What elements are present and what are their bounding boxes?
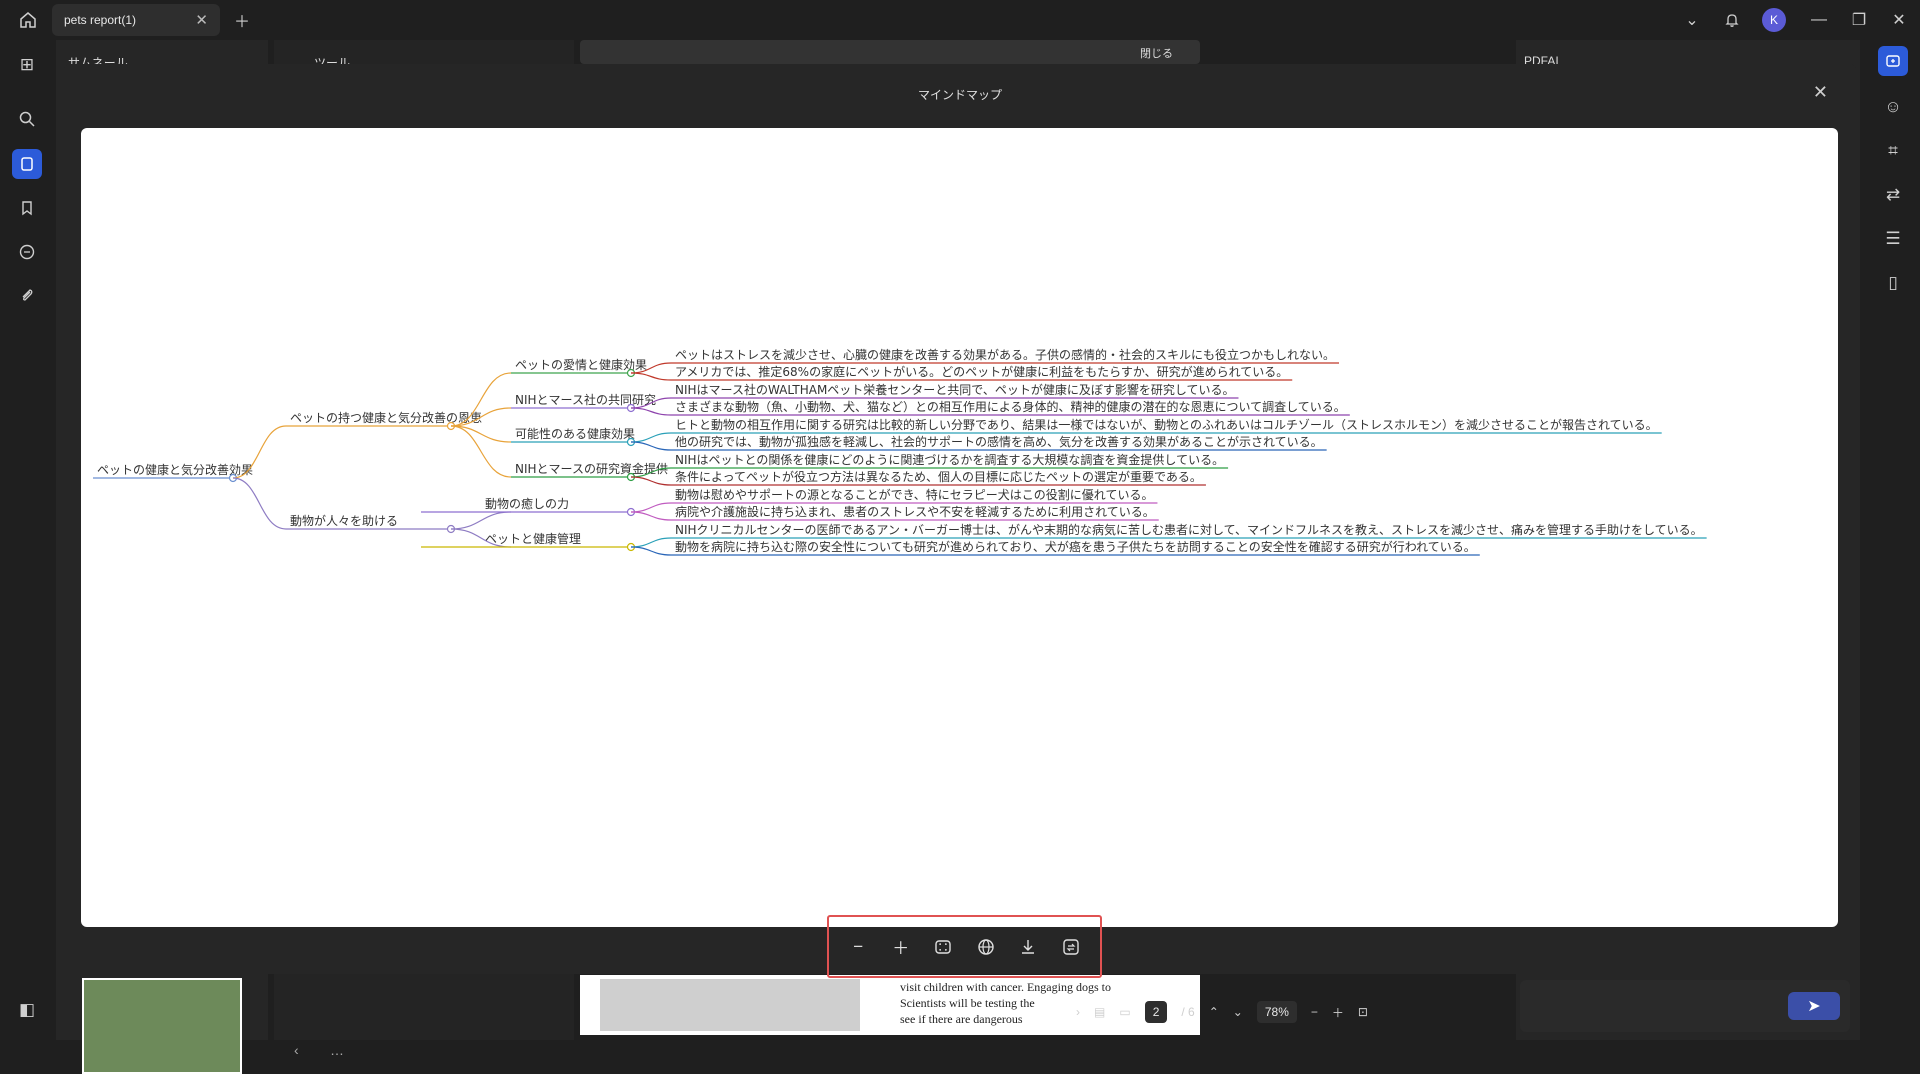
mindmap-child-node[interactable]: 可能性のある健康効果	[515, 426, 635, 441]
download-icon[interactable]	[1014, 933, 1042, 961]
mindmap-leaf-node[interactable]: NIHクリニカルセンターの医師であるアン・バーガー博士は、がんや末期的な病気に苦…	[675, 522, 1703, 537]
summary-icon[interactable]: ☰	[1878, 224, 1908, 254]
leaf-connector	[630, 537, 672, 548]
mindmap-child-node[interactable]: 動物の癒しの力	[485, 496, 569, 511]
mindmap-child-node[interactable]: NIHとマース社の共同研究	[515, 392, 656, 407]
more-icon[interactable]: …	[330, 1042, 344, 1058]
left-rail: ⊞ ◧	[0, 40, 52, 1040]
leaf-connector	[630, 546, 672, 556]
mindmap-leaf-node[interactable]: ヒトと動物の相互作用に関する研究は比較的新しい分野であり、結果は一様ではないが、…	[675, 417, 1658, 432]
fit-page-icon[interactable]: ⊡	[1358, 1005, 1368, 1019]
leaf-connector	[630, 372, 672, 381]
zoom-level[interactable]: 78%	[1256, 1001, 1297, 1023]
close-window-icon[interactable]: ✕	[1887, 8, 1911, 32]
bell-icon[interactable]	[1720, 8, 1744, 32]
avatar[interactable]: K	[1762, 8, 1786, 32]
title-bar: pets report(1) ✕ ＋ ⌄ K — ❐ ✕	[0, 0, 1920, 40]
page-thumbnail[interactable]	[82, 978, 242, 1074]
mindmap-branch-node[interactable]: 動物が人々を助ける	[290, 513, 398, 528]
mindmap-leaf-node[interactable]: 病院や介護施設に持ち込まれ、患者のストレスや不安を軽減するために利用されている。	[675, 504, 1155, 519]
ai-chat-icon[interactable]	[1878, 46, 1908, 76]
thumbnail-icon[interactable]	[12, 149, 42, 179]
leaf-connector	[630, 407, 672, 416]
mindmap-leaf-node[interactable]: 動物を病院に持ち込む際の安全性についても研究が進められており、犬が癌を患う子供た…	[675, 539, 1476, 554]
mindmap-leaf-node[interactable]: NIHはマース社のWALTHAMペット栄養センターと共同で、ペットが健康に及ぼす…	[675, 382, 1234, 397]
minimize-icon[interactable]: —	[1807, 8, 1831, 32]
mindmap-leaf-node[interactable]: NIHはペットとの関係を健康にどのように関連づけるかを調査する大規模な調査を資金…	[675, 452, 1224, 467]
ai-assistant-icon[interactable]: ☺	[1878, 92, 1908, 122]
document-tab[interactable]: pets report(1) ✕	[52, 4, 220, 36]
mindmap-leaf-node[interactable]: さまざまな動物（魚、小動物、犬、猫など）との相互作用による身体的、精神的健康の潜…	[675, 399, 1346, 414]
presentation-icon[interactable]: ▭	[1119, 1005, 1130, 1019]
bookmark-icon[interactable]	[12, 193, 42, 223]
mindmap-child-node[interactable]: NIHとマースの研究資金提供	[515, 461, 668, 476]
comment-icon[interactable]	[12, 237, 42, 267]
doc-line: visit children with cancer. Engaging dog…	[900, 980, 1111, 994]
page-number-input[interactable]: 2	[1144, 1001, 1168, 1023]
mindmap-canvas[interactable]: ペットの健康と気分改善効果 ペットの持つ健康と気分改善の恩恵 ペットの愛情と健康効果…	[81, 128, 1838, 927]
mindmap-leaf-node[interactable]: 動物は慰めやサポートの源となることができ、特にセラピー犬はこの役割に優れている。	[675, 487, 1153, 502]
mindmap-svg: ペットの健康と気分改善効果ペットの持つ健康と気分改善の恩恵ペットの愛情と健康効果…	[93, 347, 1707, 556]
ai-input[interactable]: ➤	[1520, 980, 1850, 1032]
branch-connector	[232, 477, 287, 530]
translate-icon[interactable]: ⇄	[1878, 180, 1908, 210]
zoom-in-icon[interactable]: ＋	[1332, 1004, 1344, 1021]
mindmap-leaf-node[interactable]: アメリカでは、推定68%の家庭にペットがいる。どのペットが健康に利益をもたらすか…	[675, 364, 1288, 379]
prev-page-icon[interactable]: ‹	[294, 1042, 299, 1058]
attachment-icon[interactable]	[12, 281, 42, 311]
annotation-toolbar: 閉じる	[580, 40, 1200, 64]
home-icon[interactable]	[16, 8, 40, 32]
mindmap-dialog: マインドマップ ✕ ペットの健康と気分改善効果 ペットの持つ健康と気分改善の恩恵ペ…	[64, 64, 1856, 974]
leaf-connector	[630, 441, 672, 451]
leaf-connector	[630, 511, 672, 521]
restore-icon[interactable]: ❐	[1847, 8, 1871, 32]
fit-view-button[interactable]	[929, 933, 957, 961]
mindmap-root-node[interactable]: ペットの健康と気分改善効果	[97, 462, 253, 477]
mindmap-child-node[interactable]: ペットと健康管理	[485, 531, 581, 546]
dialog-title: マインドマップ	[917, 88, 1002, 102]
document-image	[600, 979, 860, 1031]
sidebar-toggle-icon[interactable]: ◧	[12, 995, 42, 1025]
apps-grid-icon[interactable]: ⊞	[12, 50, 42, 80]
mindmap-leaf-node[interactable]: ペットはストレスを減少させ、心臓の健康を改善する効果がある。子供の感情的・社会的…	[675, 347, 1335, 362]
zoom-in-button[interactable]: ＋	[887, 933, 915, 961]
search-icon[interactable]	[12, 104, 42, 134]
current-page: 2	[1152, 1005, 1160, 1019]
book-icon[interactable]: ▯	[1878, 268, 1908, 298]
child-connector	[450, 511, 512, 530]
zoom-out-icon[interactable]: −	[1311, 1005, 1318, 1019]
page-down-icon[interactable]: ⌄	[1233, 1005, 1243, 1019]
add-tab-icon[interactable]: ＋	[230, 8, 254, 32]
total-pages: / 6	[1181, 1005, 1195, 1019]
tab-title: pets report(1)	[64, 13, 137, 27]
mindmap-leaf-node[interactable]: 条件によってペットが役立つ方法は異なるため、個人の目標に応じたペットの選定が重要…	[675, 469, 1202, 484]
regenerate-icon[interactable]	[1057, 933, 1085, 961]
status-bar: › ▤ ▭ 2 / 6 ⌃ ⌄ 78% − ＋ ⊡	[1070, 994, 1500, 1030]
mindmap-leaf-node[interactable]: 他の研究では、動物が孤独感を軽減し、社会的サポートの感情を高め、気分を改善する効…	[675, 434, 1323, 449]
send-button[interactable]: ➤	[1788, 992, 1840, 1020]
right-rail: ☺ ⌗ ⇄ ☰ ▯	[1868, 40, 1920, 1040]
page-layout-icon[interactable]: ▤	[1094, 1005, 1105, 1019]
mindmap-toolbar: − ＋	[827, 915, 1102, 978]
close-icon[interactable]: ✕	[195, 11, 208, 29]
page-up-icon[interactable]: ⌃	[1209, 1005, 1219, 1019]
expand-icon[interactable]: ›	[1076, 1005, 1080, 1019]
leaf-connector	[630, 502, 672, 513]
close-toolbar-button[interactable]: 閉じる	[1140, 45, 1173, 61]
zoom-out-button[interactable]: −	[844, 933, 872, 961]
globe-icon[interactable]	[972, 933, 1000, 961]
leaf-connector	[630, 476, 672, 486]
mindmap-child-node[interactable]: ペットの愛情と健康効果	[515, 357, 647, 372]
leaf-connector	[630, 432, 672, 443]
ocr-icon[interactable]: ⌗	[1878, 136, 1908, 166]
chevron-down-icon[interactable]: ⌄	[1680, 8, 1704, 32]
close-icon[interactable]: ✕	[1813, 82, 1828, 103]
